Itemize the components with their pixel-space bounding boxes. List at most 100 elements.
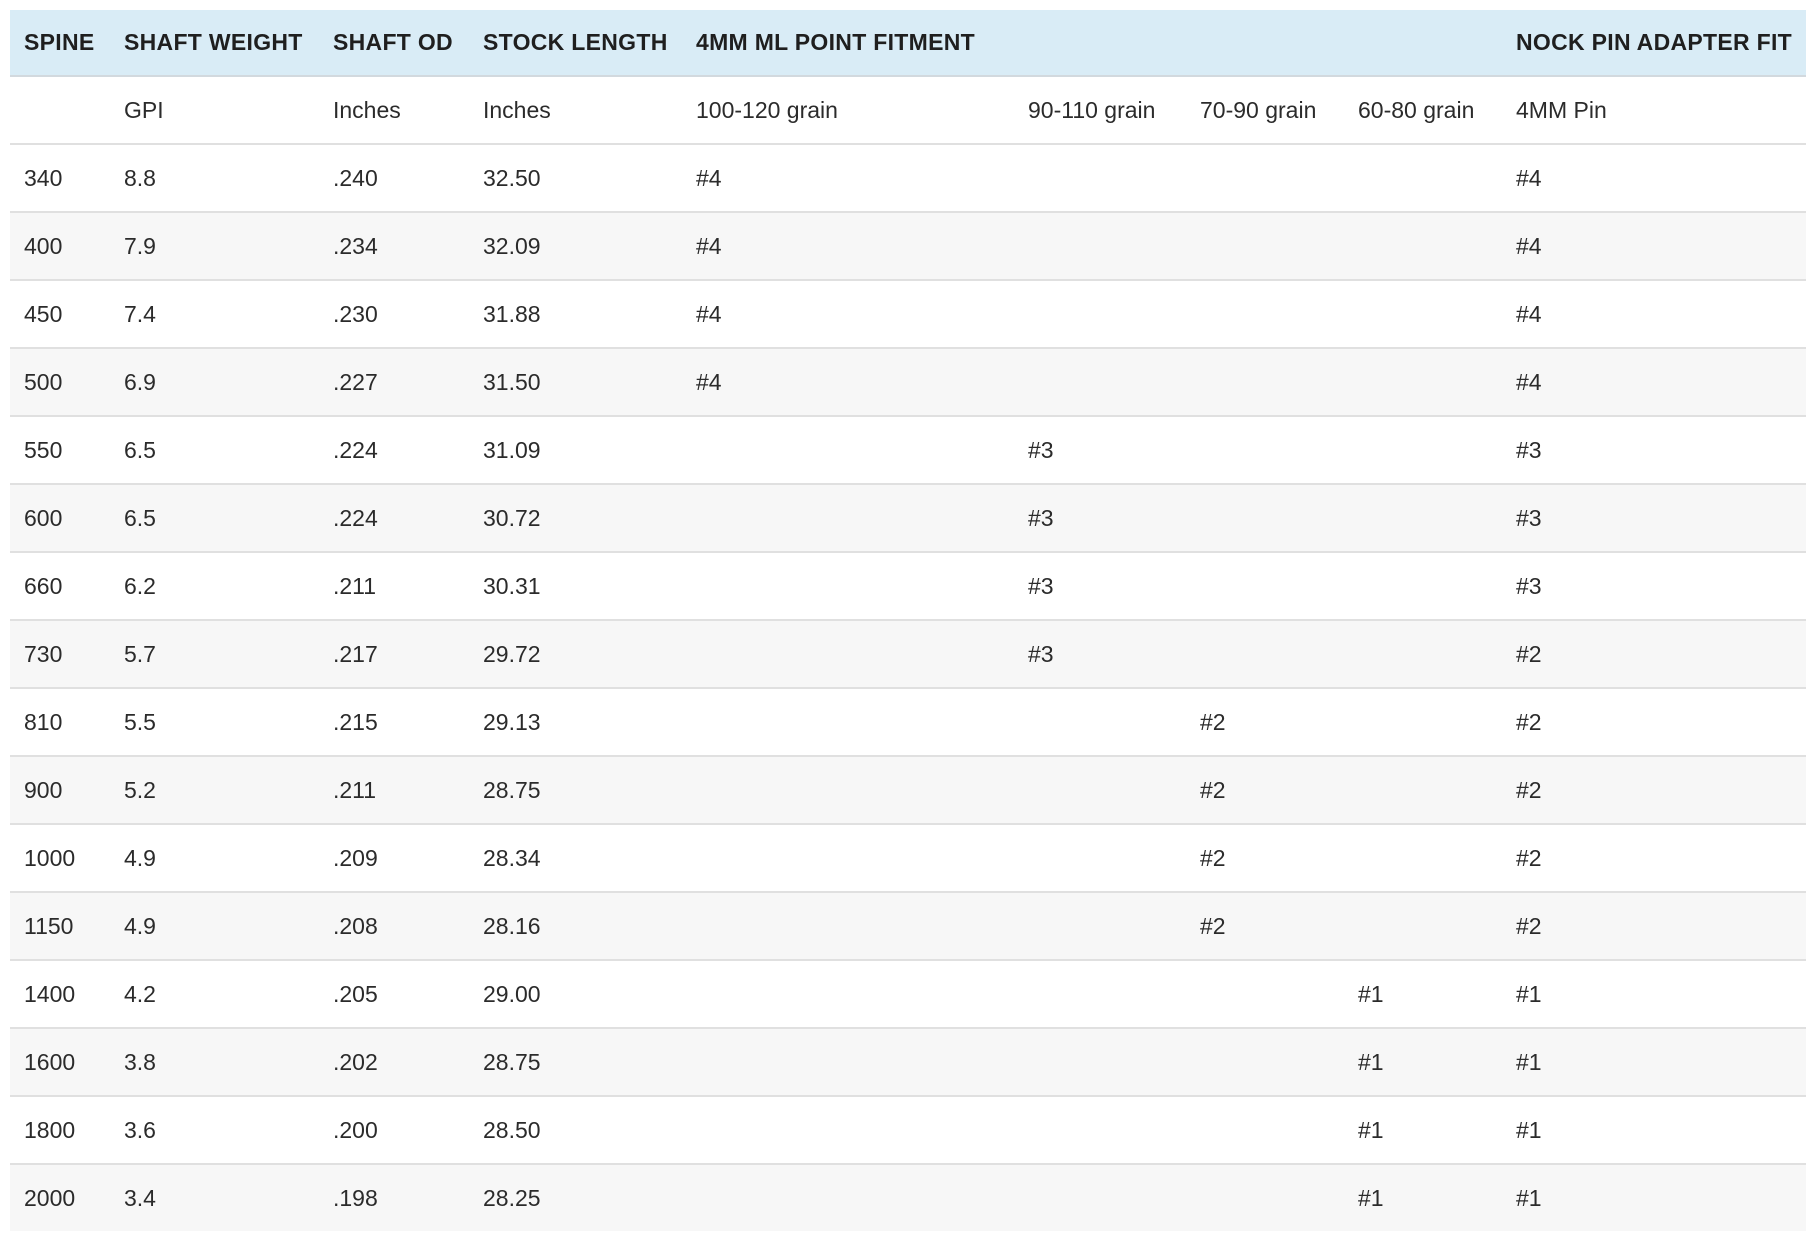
cell-spine: 810	[10, 688, 110, 757]
cell-spine: 730	[10, 620, 110, 689]
cell-point-90-110	[1014, 960, 1186, 1029]
cell-spine: 600	[10, 484, 110, 553]
cell-shaft-od: .205	[319, 960, 469, 1029]
cell-point-90-110	[1014, 688, 1186, 757]
header-stock-length: STOCK LENGTH	[469, 10, 682, 77]
cell-shaft-weight: 7.9	[110, 212, 319, 281]
cell-stock-length: 29.00	[469, 960, 682, 1029]
cell-point-100-120: #4	[682, 348, 1014, 417]
unit-point-90-110: 90-110 grain	[1014, 76, 1186, 145]
cell-shaft-weight: 8.8	[110, 144, 319, 213]
cell-stock-length: 28.75	[469, 756, 682, 825]
table-row: 730 5.7.217 29.72 #3 #2	[10, 620, 1806, 689]
cell-point-70-90	[1186, 416, 1344, 485]
header-spine: SPINE	[10, 10, 110, 77]
table-header-row: SPINE SHAFT WEIGHT SHAFT OD STOCK LENGTH…	[10, 10, 1806, 77]
cell-point-60-80	[1344, 280, 1502, 349]
cell-stock-length: 31.09	[469, 416, 682, 485]
cell-point-90-110: #3	[1014, 484, 1186, 553]
cell-point-70-90: #2	[1186, 824, 1344, 893]
unit-stock-length: Inches	[469, 76, 682, 145]
cell-point-70-90	[1186, 280, 1344, 349]
cell-shaft-weight: 5.2	[110, 756, 319, 825]
cell-spine: 660	[10, 552, 110, 621]
cell-point-70-90	[1186, 1096, 1344, 1165]
table-row: 810 5.5.215 29.13 #2 #2	[10, 688, 1806, 757]
unit-point-100-120: 100-120 grain	[682, 76, 1014, 145]
unit-shaft-weight: GPI	[110, 76, 319, 145]
spec-table-container: SPINE SHAFT WEIGHT SHAFT OD STOCK LENGTH…	[10, 10, 1806, 1231]
cell-point-90-110	[1014, 1096, 1186, 1165]
cell-shaft-od: .211	[319, 552, 469, 621]
table-row: 450 7.4.230 31.88 #4 #4	[10, 280, 1806, 349]
cell-shaft-weight: 4.9	[110, 892, 319, 961]
cell-shaft-weight: 4.9	[110, 824, 319, 893]
cell-nock-pin: #4	[1502, 144, 1806, 213]
cell-point-60-80: #1	[1344, 1096, 1502, 1165]
cell-spine: 1600	[10, 1028, 110, 1097]
unit-spine	[10, 76, 110, 145]
cell-shaft-weight: 4.2	[110, 960, 319, 1029]
cell-point-90-110	[1014, 892, 1186, 961]
cell-point-100-120	[682, 552, 1014, 621]
cell-point-60-80	[1344, 484, 1502, 553]
cell-stock-length: 28.50	[469, 1096, 682, 1165]
cell-point-70-90	[1186, 348, 1344, 417]
table-row: 660 6.2.211 30.31 #3 #3	[10, 552, 1806, 621]
cell-spine: 1800	[10, 1096, 110, 1165]
unit-point-70-90: 70-90 grain	[1186, 76, 1344, 145]
cell-shaft-od: .211	[319, 756, 469, 825]
cell-point-70-90: #2	[1186, 756, 1344, 825]
table-row: 400 7.9.234 32.09 #4 #4	[10, 212, 1806, 281]
table-row: 340 8.8.240 32.50 #4 #4	[10, 144, 1806, 213]
cell-spine: 900	[10, 756, 110, 825]
table-row: 1800 3.6.200 28.50 #1 #1	[10, 1096, 1806, 1165]
cell-nock-pin: #1	[1502, 1096, 1806, 1165]
cell-nock-pin: #1	[1502, 1028, 1806, 1097]
cell-point-60-80	[1344, 144, 1502, 213]
cell-shaft-weight: 3.8	[110, 1028, 319, 1097]
cell-shaft-od: .224	[319, 484, 469, 553]
table-row: 550 6.5.224 31.09 #3 #3	[10, 416, 1806, 485]
cell-point-90-110	[1014, 348, 1186, 417]
table-row: 900 5.2.211 28.75 #2 #2	[10, 756, 1806, 825]
cell-point-100-120	[682, 688, 1014, 757]
table-row: 1150 4.9.208 28.16 #2 #2	[10, 892, 1806, 961]
cell-point-100-120	[682, 892, 1014, 961]
cell-point-70-90: #2	[1186, 892, 1344, 961]
cell-point-90-110: #3	[1014, 416, 1186, 485]
cell-spine: 1000	[10, 824, 110, 893]
arrow-spec-table: SPINE SHAFT WEIGHT SHAFT OD STOCK LENGTH…	[10, 10, 1806, 1231]
cell-point-90-110: #3	[1014, 620, 1186, 689]
cell-shaft-weight: 6.5	[110, 484, 319, 553]
cell-shaft-od: .240	[319, 144, 469, 213]
cell-stock-length: 31.88	[469, 280, 682, 349]
cell-point-100-120: #4	[682, 280, 1014, 349]
cell-stock-length: 30.31	[469, 552, 682, 621]
cell-nock-pin: #4	[1502, 348, 1806, 417]
cell-point-70-90	[1186, 960, 1344, 1029]
cell-point-100-120	[682, 960, 1014, 1029]
cell-shaft-od: .227	[319, 348, 469, 417]
cell-point-100-120	[682, 620, 1014, 689]
cell-stock-length: 29.13	[469, 688, 682, 757]
cell-point-100-120: #4	[682, 144, 1014, 213]
cell-point-60-80	[1344, 756, 1502, 825]
table-row: 600 6.5.224 30.72 #3 #3	[10, 484, 1806, 553]
cell-nock-pin: #3	[1502, 552, 1806, 621]
cell-point-60-80	[1344, 552, 1502, 621]
cell-shaft-weight: 6.2	[110, 552, 319, 621]
cell-spine: 2000	[10, 1164, 110, 1231]
header-shaft-weight: SHAFT WEIGHT	[110, 10, 319, 77]
cell-point-60-80	[1344, 212, 1502, 281]
cell-nock-pin: #2	[1502, 824, 1806, 893]
cell-nock-pin: #2	[1502, 620, 1806, 689]
cell-shaft-od: .200	[319, 1096, 469, 1165]
cell-point-60-80	[1344, 348, 1502, 417]
cell-stock-length: 28.34	[469, 824, 682, 893]
header-point-fitment: 4MM ML POINT FITMENT	[682, 10, 1014, 77]
cell-point-90-110	[1014, 824, 1186, 893]
cell-point-70-90: #2	[1186, 688, 1344, 757]
cell-stock-length: 32.09	[469, 212, 682, 281]
table-row: 1400 4.2.205 29.00 #1 #1	[10, 960, 1806, 1029]
